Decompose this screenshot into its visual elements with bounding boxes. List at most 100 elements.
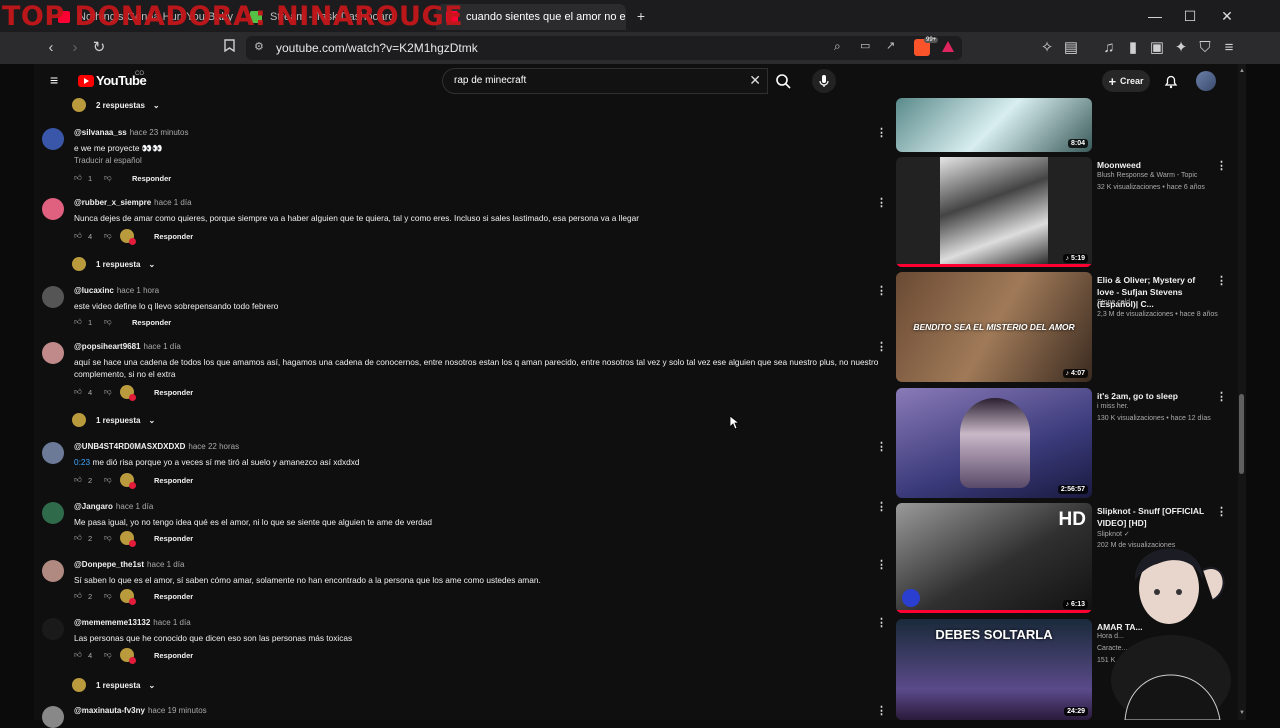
avatar[interactable]: [42, 706, 64, 728]
brave-rewards-icon[interactable]: [942, 41, 954, 52]
comment-author[interactable]: @maxinauta-fv3nyhace 19 minutos: [74, 706, 207, 715]
share-icon[interactable]: ↗: [886, 39, 895, 52]
comment-author[interactable]: @Donpepe_the1sthace 1 día: [74, 560, 184, 569]
reply-button[interactable]: Responder: [132, 174, 171, 183]
new-tab-button[interactable]: +: [628, 6, 654, 26]
like-icon[interactable]: 👍︎: [74, 533, 84, 543]
like-icon[interactable]: 👍︎: [74, 317, 84, 327]
cast-icon[interactable]: ▭: [860, 39, 870, 52]
related-video[interactable]: 2:56:57 it's 2am, go to sleep i miss her…: [896, 388, 1226, 500]
comment-author[interactable]: @memememe13132hace 1 día: [74, 618, 191, 627]
tab-3-active[interactable]: cuando sientes que el amor no e ✕: [436, 4, 626, 30]
replies-toggle[interactable]: 1 respuesta ⌄: [72, 256, 155, 272]
comment-time[interactable]: hace 1 día: [153, 618, 190, 627]
reply-button[interactable]: Responder: [154, 592, 193, 601]
reply-button[interactable]: Responder: [154, 534, 193, 543]
clear-search-icon[interactable]: ✕: [749, 72, 761, 89]
dislike-icon[interactable]: 👎︎: [104, 591, 114, 601]
maximize-button[interactable]: ☐: [1177, 6, 1203, 26]
reply-button[interactable]: Responder: [154, 476, 193, 485]
comment-time[interactable]: hace 23 minutos: [130, 128, 189, 137]
comment-time[interactable]: hace 1 día: [147, 560, 184, 569]
reload-icon[interactable]: ↻: [88, 38, 110, 58]
zoom-search-icon[interactable]: ⌕: [834, 39, 841, 54]
video-channel[interactable]: Blush Response & Warm - Topic: [1097, 172, 1197, 179]
related-video[interactable]: 8:04: [896, 98, 1226, 152]
video-channel[interactable]: Stone cold: [1097, 299, 1130, 306]
more-options-icon[interactable]: ⋮: [876, 618, 884, 630]
related-video[interactable]: ♪ 5:19 Moonweed Blush Response & Warm - …: [896, 157, 1226, 269]
avatar[interactable]: [42, 286, 64, 308]
search-input[interactable]: rap de minecraft ✕: [442, 68, 768, 94]
reply-button[interactable]: Responder: [154, 232, 193, 241]
hamburger-menu-icon[interactable]: ≡: [50, 72, 58, 88]
wallet-icon[interactable]: ▣: [1146, 38, 1168, 58]
comment-time[interactable]: hace 22 horas: [188, 442, 239, 451]
more-options-icon[interactable]: ⋮: [876, 198, 884, 210]
dislike-icon[interactable]: 👎︎: [104, 173, 114, 183]
video-title[interactable]: it's 2am, go to sleep: [1097, 390, 1207, 402]
comment-author[interactable]: @lucaxinchace 1 hora: [74, 286, 159, 295]
create-button[interactable]: + Crear: [1102, 70, 1150, 92]
site-info-icon[interactable]: ⚙: [254, 40, 264, 53]
replies-toggle[interactable]: 1 respuesta ⌄: [72, 412, 155, 428]
like-icon[interactable]: 👍︎: [74, 231, 84, 241]
like-icon[interactable]: 👍︎: [74, 591, 84, 601]
dislike-icon[interactable]: 👎︎: [104, 650, 114, 660]
comment-time[interactable]: hace 1 día: [116, 502, 153, 511]
avatar[interactable]: [42, 618, 64, 640]
more-options-icon[interactable]: ⋮: [876, 342, 884, 354]
scroll-down-icon[interactable]: ▼: [1239, 710, 1245, 716]
avatar[interactable]: [42, 442, 64, 464]
sidebar-toggle-icon[interactable]: ▮: [1122, 38, 1144, 58]
video-thumbnail[interactable]: HD ♪ 6:13: [896, 503, 1092, 613]
scrollbar-thumb[interactable]: [1239, 394, 1244, 474]
more-options-icon[interactable]: ⋮: [1216, 274, 1227, 287]
more-options-icon[interactable]: ⋮: [876, 286, 884, 298]
like-icon[interactable]: 👍︎: [74, 387, 84, 397]
vpn-icon[interactable]: ⛉: [1194, 38, 1216, 58]
search-button[interactable]: [768, 68, 800, 94]
media-icon[interactable]: ♫: [1098, 38, 1120, 58]
dislike-icon[interactable]: 👎︎: [104, 533, 114, 543]
video-thumbnail[interactable]: 8:04: [896, 98, 1092, 152]
back-icon[interactable]: ‹: [40, 38, 62, 58]
avatar[interactable]: [42, 560, 64, 582]
forward-icon[interactable]: ›: [64, 38, 86, 58]
like-icon[interactable]: 👍︎: [74, 650, 84, 660]
reply-button[interactable]: Responder: [154, 388, 193, 397]
video-thumbnail[interactable]: ♪ 5:19: [896, 157, 1092, 267]
like-icon[interactable]: 👍︎: [74, 173, 84, 183]
video-title[interactable]: Moonweed: [1097, 159, 1207, 171]
address-bar[interactable]: ⚙ youtube.com/watch?v=K2M1hgzDtmk ⌕ ▭ ↗ …: [246, 36, 962, 60]
comment-author[interactable]: @rubber_x_siemprehace 1 día: [74, 198, 192, 207]
dislike-icon[interactable]: 👎︎: [104, 387, 114, 397]
dislike-icon[interactable]: 👎︎: [104, 317, 114, 327]
comment-author[interactable]: @Jangarohace 1 día: [74, 502, 153, 511]
video-title[interactable]: Slipknot - Snuff [OFFICIAL VIDEO] [HD]: [1097, 505, 1207, 529]
reply-button[interactable]: Responder: [154, 651, 193, 660]
close-window-button[interactable]: ✕: [1214, 6, 1240, 26]
more-options-icon[interactable]: ⋮: [876, 442, 884, 454]
more-options-icon[interactable]: ⋮: [876, 128, 884, 140]
comment-author[interactable]: @UNB4ST4RD0MASXDXDXDhace 22 horas: [74, 442, 239, 451]
youtube-logo-icon[interactable]: [78, 75, 94, 87]
scroll-up-icon[interactable]: ▲: [1239, 68, 1245, 74]
related-video[interactable]: BENDITO SEA EL MISTERIO DEL AMOR ♪ 4:07 …: [896, 272, 1226, 384]
more-options-icon[interactable]: ⋮: [876, 706, 884, 718]
translate-link[interactable]: Traducir al español: [74, 156, 142, 165]
user-avatar[interactable]: [1196, 71, 1216, 91]
page-scrollbar[interactable]: ▲ ▼: [1238, 64, 1246, 720]
comment-author[interactable]: @silvanaa_sshace 23 minutos: [74, 128, 188, 137]
like-icon[interactable]: 👍︎: [74, 475, 84, 485]
minimize-button[interactable]: —: [1142, 6, 1168, 26]
more-options-icon[interactable]: ⋮: [876, 502, 884, 514]
more-options-icon[interactable]: ⋮: [1216, 390, 1227, 403]
timestamp-link[interactable]: 0:23: [74, 457, 90, 467]
comment-time[interactable]: hace 19 minutos: [148, 706, 207, 715]
avatar[interactable]: [42, 502, 64, 524]
avatar[interactable]: [42, 198, 64, 220]
comment-author[interactable]: @popsiheart9681hace 1 día: [74, 342, 181, 351]
dislike-icon[interactable]: 👎︎: [104, 231, 114, 241]
video-thumbnail[interactable]: DEBES SOLTARLA 24:29: [896, 619, 1092, 720]
